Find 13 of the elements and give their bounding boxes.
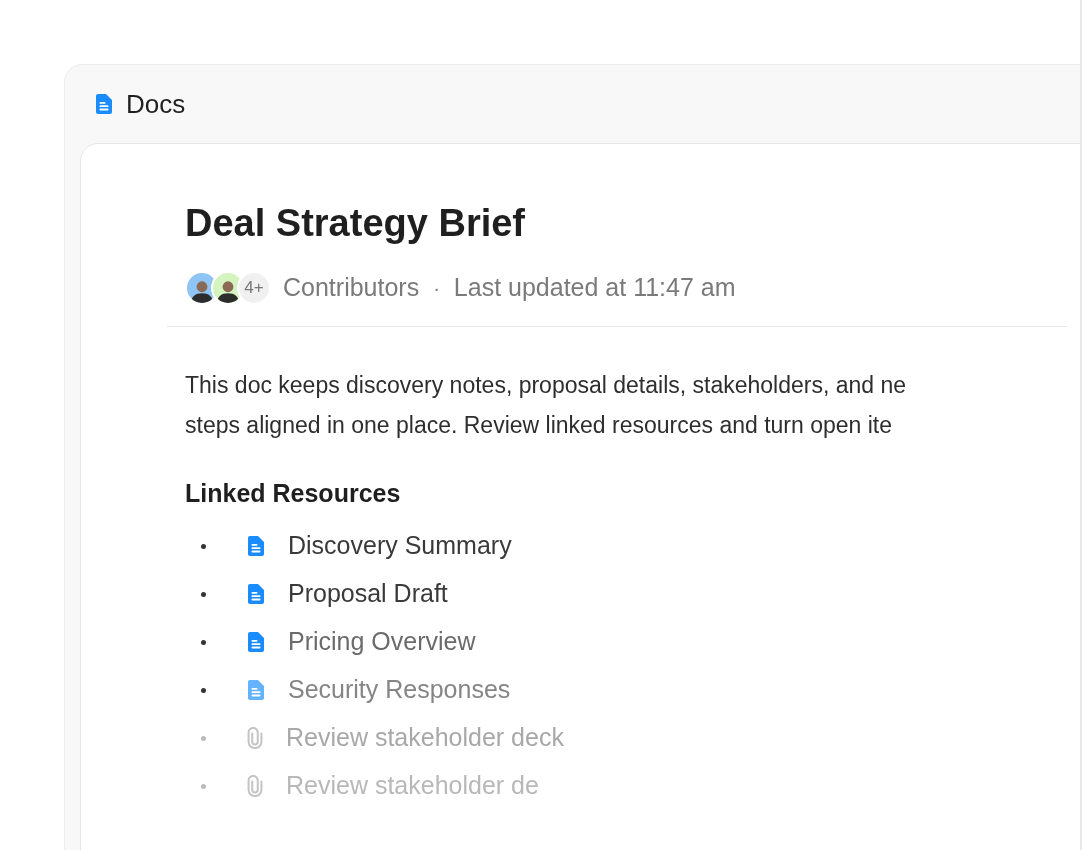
panel-title: Docs — [126, 87, 186, 121]
contributors-label: Contributors — [283, 271, 420, 303]
resource-link[interactable]: Discovery Summary — [288, 527, 512, 565]
more-contributors-count: 4+ — [237, 270, 271, 305]
resource-link[interactable]: Pricing Overview — [288, 623, 476, 661]
section-heading: Linked Resources — [185, 477, 402, 509]
separator-dot: · — [433, 275, 440, 301]
document-title: Deal Strategy Brief — [185, 201, 526, 246]
resource-link[interactable]: Proposal Draft — [288, 575, 448, 613]
body-text: This doc keeps discovery notes, proposal details, stakeholders, and ne — [185, 370, 908, 400]
last-updated: Last updated at 11:47 am — [453, 271, 736, 303]
resource-link[interactable]: Security Responses — [288, 671, 511, 709]
body-text: steps aligned in one place. Review linked resources and turn open ite — [185, 410, 894, 440]
